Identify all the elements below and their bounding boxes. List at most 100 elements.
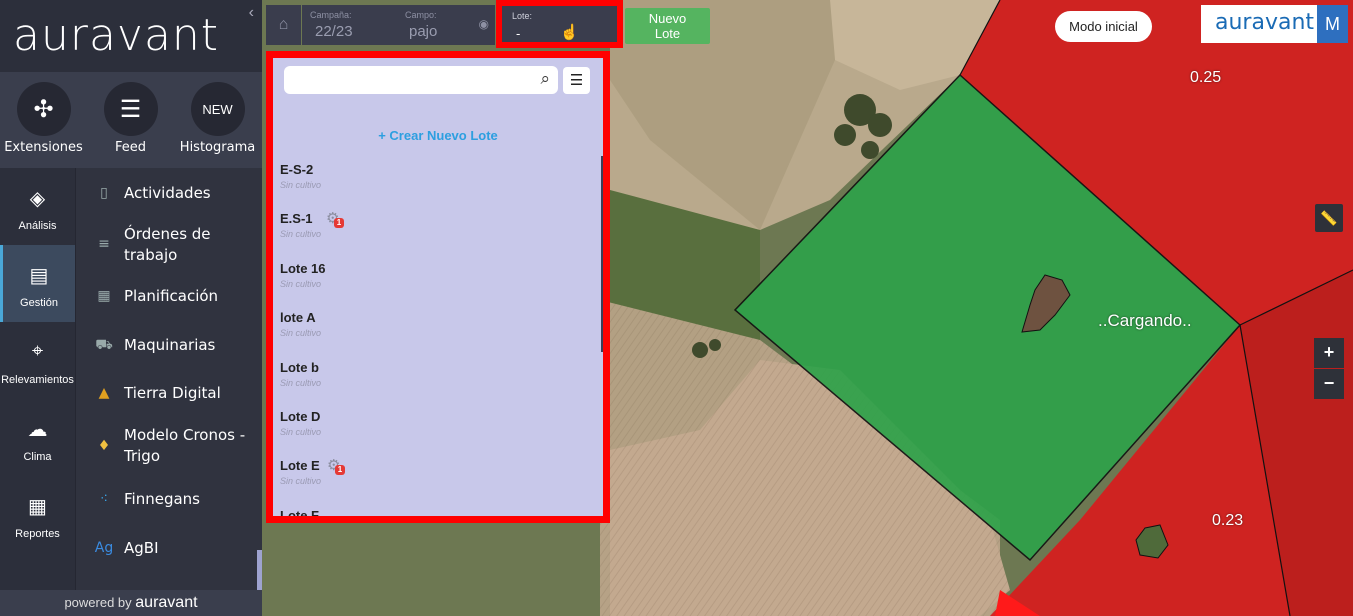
new-badge: NEW	[190, 82, 245, 136]
nav-item-reportes[interactable]: ▦ Reportes	[0, 476, 75, 553]
brand-badge[interactable]: auravant M	[1201, 5, 1348, 43]
list-item[interactable]: E.S-1 Sin cultivo ⚙ 1	[280, 209, 600, 260]
campo-selector[interactable]: Campo: pajo ◉	[385, 5, 495, 45]
lote-crop: Sin cultivo	[280, 229, 322, 240]
panel-scrollbar[interactable]	[601, 156, 603, 352]
finnegans-icon: ⁖	[99, 490, 109, 507]
campania-selector[interactable]: Campaña: 22/23	[302, 5, 385, 45]
loading-label: ..Cargando..	[1098, 311, 1192, 330]
layers-icon: ◈	[29, 188, 46, 210]
submenu-item-tierra-digital[interactable]: ▲ Tierra Digital	[76, 369, 262, 417]
search-icon[interactable]: ⌕	[540, 69, 550, 89]
quick-label: Feed	[114, 140, 146, 155]
quick-histograma[interactable]: NEW Histograma	[174, 72, 261, 168]
quick-label: Extensiones	[4, 140, 83, 155]
submenu-item-planificacion[interactable]: ▦ Planificación	[76, 271, 262, 321]
lote-name: Lote D	[280, 408, 321, 424]
tractor-icon: ⛟	[95, 336, 113, 353]
lote-selector[interactable]: Lote: - ☝	[496, 0, 623, 48]
lote-name: E-S-2	[280, 162, 314, 177]
lote-crop: Sin cultivo	[280, 426, 322, 437]
lote-name: Lote b	[280, 359, 319, 375]
nuevo-lote-button[interactable]: Nuevo Lote	[625, 8, 710, 44]
nav-label: Reportes	[15, 528, 60, 540]
clipboard-icon: ▤	[29, 265, 49, 287]
submenu-label: AgBI	[124, 538, 159, 557]
submenu-label: Finnegans	[124, 489, 200, 508]
nav-column: ◈ Análisis ▤ Gestión ⌖ Relevamientos ☁ C…	[0, 168, 75, 590]
cronos-icon: ♦	[97, 437, 111, 454]
submenu-label: Maquinarias	[124, 335, 216, 354]
submenu-item-cronos[interactable]: ♦ Modelo Cronos - Trigo	[76, 417, 262, 475]
report-icon: ▦	[28, 496, 47, 518]
quick-feed[interactable]: ☰ Feed	[87, 72, 174, 168]
list-item[interactable]: Lote 16 Sin cultivo	[280, 261, 600, 310]
crear-nuevo-lote-link[interactable]: + Crear Nuevo Lote	[273, 128, 603, 143]
home-icon[interactable]: ⌂	[266, 5, 301, 45]
puzzle-icon: ✣	[16, 82, 71, 136]
quick-access-row: ✣ Extensiones ☰ Feed NEW Histograma	[0, 72, 262, 168]
nav-item-gestion[interactable]: ▤ Gestión	[0, 245, 75, 322]
calendar-icon: ▦	[97, 287, 111, 304]
logo-area: auravant ‹	[0, 0, 262, 72]
chevron-left-icon[interactable]: ‹	[249, 4, 254, 22]
submenu-label: Modelo Cronos - Trigo	[124, 426, 246, 465]
gestion-submenu: ▯ Actividades ≡ Órdenes de trabajo ▦ Pla…	[75, 168, 262, 590]
ruler-icon[interactable]: 📏	[1315, 204, 1343, 232]
submenu-item-finnegans[interactable]: ⁖ Finnegans	[76, 475, 262, 523]
zoom-in-button[interactable]: +	[1314, 338, 1344, 368]
nav-label: Clima	[23, 451, 52, 463]
powered-brand: auravant	[135, 594, 198, 611]
submenu-item-maquinarias[interactable]: ⛟ Maquinarias	[76, 321, 262, 369]
zoom-out-button[interactable]: −	[1314, 369, 1344, 399]
pin-icon: ⌖	[31, 340, 44, 362]
list-view-button[interactable]: ☰	[563, 67, 590, 94]
nav-item-relevamientos[interactable]: ⌖ Relevamientos	[0, 322, 75, 399]
search-input[interactable]	[284, 66, 514, 94]
submenu-label: Órdenes de trabajo	[124, 224, 211, 264]
submenu-label: Planificación	[124, 286, 219, 305]
lote-name: lote A	[280, 310, 316, 326]
submenu-label: Tierra Digital	[124, 383, 221, 402]
powered-text: powered by	[64, 595, 132, 610]
modo-inicial-button[interactable]: Modo inicial	[1055, 11, 1152, 42]
nav-item-analisis[interactable]: ◈ Análisis	[0, 168, 75, 245]
activity-icon: ▯	[100, 184, 108, 201]
submenu-item-ordenes[interactable]: ≡ Órdenes de trabajo	[76, 218, 262, 271]
lote-crop: Sin cultivo	[280, 328, 322, 339]
lote-crop: Sin cultivo	[280, 278, 322, 289]
nav-item-clima[interactable]: ☁ Clima	[0, 399, 75, 476]
lote-crop: Sin cultivo	[280, 180, 322, 190]
submenu-item-actividades[interactable]: ▯ Actividades	[76, 168, 262, 218]
lote-crop: Sin cultivo	[280, 377, 322, 388]
nav-label: Relevamientos	[1, 374, 74, 386]
gear-badge[interactable]: ⚙ 1	[326, 209, 344, 229]
list-item[interactable]: E-S-2 Sin cultivo	[280, 162, 600, 211]
quick-extensiones[interactable]: ✣ Extensiones	[0, 72, 87, 168]
list-item[interactable]: Lote D Sin cultivo	[280, 409, 600, 458]
field-value-bottom: 0.23	[1212, 512, 1244, 529]
submenu-scrollbar[interactable]	[257, 550, 262, 590]
list-item[interactable]: lote A Sin cultivo	[280, 310, 600, 359]
auravant-logo: auravant	[13, 10, 220, 61]
field-value-top: 0.25	[1190, 69, 1222, 86]
submenu-label: Actividades	[124, 183, 211, 202]
eye-icon[interactable]: ◉	[479, 17, 489, 31]
cloud-icon: ☁	[27, 419, 48, 441]
gear-badge[interactable]: ⚙ 1	[327, 456, 345, 476]
powered-by-footer: powered by auravant	[0, 590, 262, 616]
lote-name: Lote 16	[280, 260, 326, 276]
campania-label: Campaña:	[310, 10, 352, 20]
submenu-item-agbi[interactable]: Ag AgBI	[76, 523, 262, 573]
badge-count: 1	[335, 465, 345, 476]
lote-label: Lote:	[512, 11, 533, 21]
agbi-icon: Ag	[94, 539, 114, 556]
lote-value: -	[516, 26, 521, 41]
campania-value: 22/23	[315, 23, 353, 40]
list-item[interactable]: Lote F	[280, 508, 600, 516]
search-box: ⌕	[284, 66, 558, 94]
lote-panel: ⌕ ☰ + Crear Nuevo Lote E-S-2 Sin cultivo…	[266, 51, 610, 523]
user-avatar[interactable]: M	[1317, 5, 1348, 43]
list-item[interactable]: Lote b Sin cultivo	[280, 360, 600, 409]
list-item[interactable]: Lote E Sin cultivo ⚙ 1	[280, 456, 600, 507]
